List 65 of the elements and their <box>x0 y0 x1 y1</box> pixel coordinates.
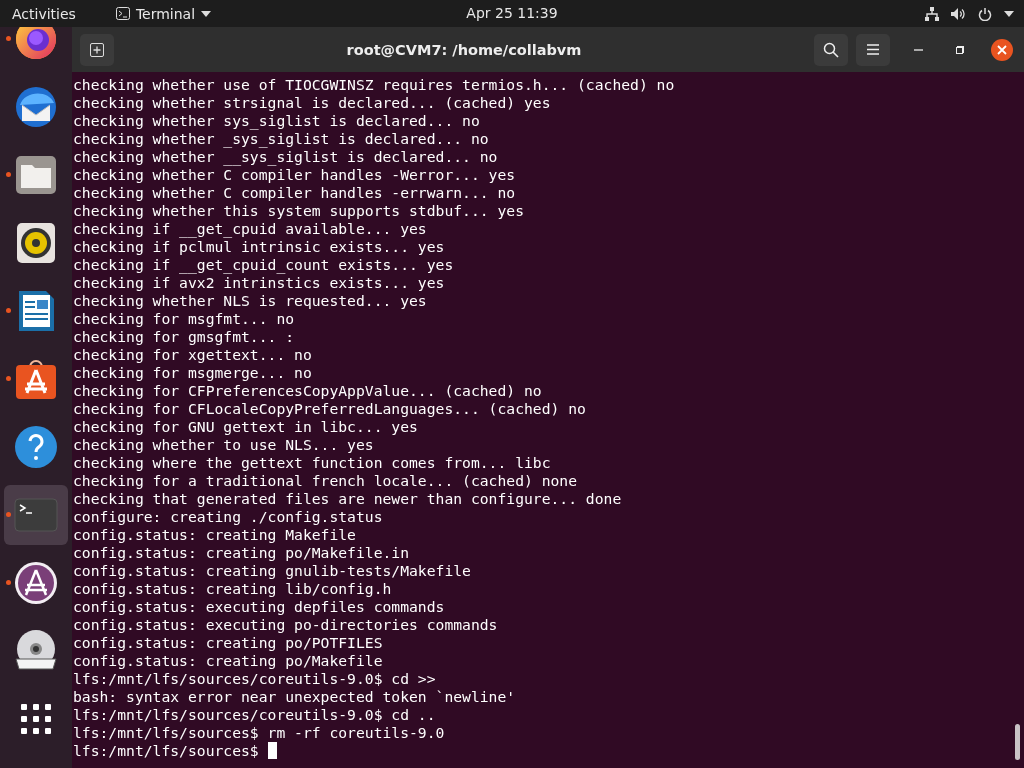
terminal-line: checking where the gettext function comes from... libc <box>73 454 551 471</box>
terminal-line: checking for gmsgfmt... : <box>73 328 295 345</box>
scrollbar-thumb[interactable] <box>1015 724 1020 760</box>
search-button[interactable] <box>814 33 848 66</box>
terminal-line: checking if pclmul intrinsic exists... yes <box>73 238 445 255</box>
plus-icon <box>90 42 104 57</box>
help-icon <box>14 425 58 469</box>
power-icon <box>978 6 992 21</box>
shopping-bag-icon <box>14 357 58 401</box>
terminal-line: config.status: executing depfiles commands <box>73 598 445 615</box>
menu-button[interactable] <box>856 33 890 66</box>
terminal-line: checking if avx2 intrinstics exists... yes <box>73 274 445 291</box>
caret-icon <box>201 10 212 17</box>
terminal-line: checking for CFPreferencesCopyAppValue... (cached) no <box>73 382 542 399</box>
new-tab-button[interactable] <box>80 33 114 66</box>
app-menu[interactable]: Terminal <box>115 5 212 22</box>
terminal-line: checking whether sys_siglist is declared... no <box>73 112 480 129</box>
terminal-line: checking if __get_cpuid available... yes <box>73 220 427 237</box>
terminal-line: checking whether strsignal is declared... (cached) yes <box>73 94 551 111</box>
terminal-line: checking for msgfmt... no <box>73 310 295 327</box>
terminal-line: configure: creating ./config.status <box>73 508 383 525</box>
restore-icon <box>955 44 965 55</box>
disc-icon <box>14 629 58 673</box>
terminal-line: config.status: creating lib/config.h <box>73 580 392 597</box>
terminal-line: checking whether this system supports stdbuf... yes <box>73 202 524 219</box>
minimize-icon <box>913 48 923 51</box>
network-icon <box>925 6 939 21</box>
system-menu[interactable] <box>925 6 1014 21</box>
mail-icon <box>14 85 58 129</box>
terminal-line: checking whether C compiler handles -errwarn... no <box>73 184 516 201</box>
terminal-line: checking whether C compiler handles -Werror... yes <box>73 166 516 183</box>
terminal-line: checking for GNU gettext in libc... yes <box>73 418 418 435</box>
terminal-line: checking whether use of TIOCGWINSZ requires termios.h... (cached) no <box>73 76 675 93</box>
terminal-line: checking for xgettext... no <box>73 346 312 363</box>
search-icon <box>823 41 839 58</box>
terminal-line: checking whether to use NLS... yes <box>73 436 374 453</box>
volume-icon <box>951 6 966 21</box>
speaker-icon <box>14 221 58 265</box>
terminal-line: checking for a traditional french locale... (cached) none <box>73 472 578 489</box>
close-icon <box>990 37 1014 62</box>
terminal-line: config.status: creating gnulib-tests/Makefile <box>73 562 471 579</box>
terminal-line: config.status: creating Makefile <box>73 526 356 543</box>
terminal-line: checking for msgmerge... no <box>73 364 312 381</box>
terminal-line: checking whether NLS is requested... yes <box>73 292 427 309</box>
terminal-line: checking that generated files are newer than configure... done <box>73 490 622 507</box>
menu-icon <box>867 44 879 55</box>
activities-button[interactable]: Activities <box>12 5 76 22</box>
terminal-line: bash: syntax error near unexpected token `newline' <box>73 688 516 705</box>
terminal-line: config.status: creating po/POTFILES <box>73 634 383 651</box>
terminal-line: checking whether _sys_siglist is declared... no <box>73 130 489 147</box>
caret-icon <box>1004 10 1014 17</box>
terminal-line: checking for CFLocaleCopyPreferredLanguages... (cached) no <box>73 400 586 417</box>
terminal-icon <box>115 7 130 20</box>
terminal-line: lfs:/mnt/lfs/sources$ <box>73 742 259 759</box>
terminal-line: config.status: executing po-directories commands <box>73 616 498 633</box>
terminal-line: checking whether __sys_siglist is declared... no <box>73 148 498 165</box>
terminal-line: lfs:/mnt/lfs/sources$ rm -rf coreutils-9.0 <box>73 724 445 741</box>
terminal-line: config.status: creating po/Makefile <box>73 652 383 669</box>
clock[interactable]: Apr 25 11:39 <box>466 5 558 21</box>
terminal-line: lfs:/mnt/lfs/sources/coreutils-9.0$ cd .. <box>73 706 436 723</box>
folder-icon <box>14 153 58 197</box>
terminal-line: lfs:/mnt/lfs/sources/coreutils-9.0$ cd >> <box>73 670 436 687</box>
window-title: root@CVM7: /home/collabvm <box>345 41 583 58</box>
terminal-line: config.status: creating po/Makefile.in <box>73 544 410 561</box>
terminal-line: checking if __get_cpuid_count exists... yes <box>73 256 454 273</box>
